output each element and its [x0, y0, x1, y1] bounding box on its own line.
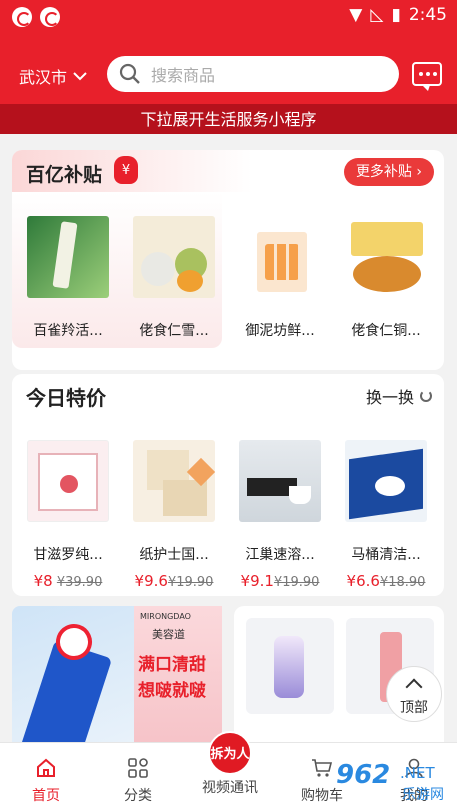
product-image	[27, 216, 109, 298]
tab-video-call[interactable]: 拆为人 视频通讯	[184, 731, 276, 812]
system-icons: ▼ ◺ ▮ 2:45	[349, 5, 447, 25]
notification-icons	[12, 7, 60, 27]
header: 武汉市 搜索商品	[0, 34, 457, 104]
body-wash-bottle	[274, 636, 304, 698]
toothpaste-promo-banner[interactable]	[12, 606, 134, 746]
original-price: ¥19.90	[167, 575, 214, 590]
battery-icon: ▮	[391, 5, 401, 25]
original-price: ¥39.90	[56, 575, 103, 590]
subsidy-product[interactable]: 佬食仁铜...	[336, 216, 436, 340]
subsidy-title: 百亿补贴	[26, 164, 103, 186]
product-image	[345, 216, 427, 298]
watermark-domain: .NET	[400, 764, 435, 782]
product-name: 御泥坊鲜...	[245, 323, 315, 339]
search-placeholder: 搜索商品	[151, 66, 216, 85]
promo-subheadline: 想啵就啵	[138, 681, 206, 701]
subsidy-product[interactable]: 御泥坊鲜...	[230, 216, 330, 340]
deal-product[interactable]: 江巢速溶... ¥9.1¥19.90	[230, 440, 330, 590]
tab-home[interactable]: 首页	[0, 743, 92, 812]
price-row: ¥8 ¥39.90	[18, 572, 118, 590]
watermark-logo: 962	[336, 760, 391, 790]
message-button[interactable]	[412, 62, 442, 91]
product-image	[239, 440, 321, 522]
product-image	[133, 216, 215, 298]
subsidy-section: 百亿补贴 ¥ 更多补贴 › 百雀羚活... 佬食仁雪... 御泥坊鲜... 佬食…	[12, 150, 444, 370]
product-image[interactable]	[246, 618, 334, 714]
chevron-down-icon	[73, 72, 87, 81]
product-name: 百雀羚活...	[33, 323, 103, 339]
search-input[interactable]: 搜索商品	[107, 56, 399, 92]
message-icon	[419, 72, 437, 76]
subsidy-product[interactable]: 佬食仁雪...	[124, 216, 224, 340]
tab-category[interactable]: 分类	[92, 743, 184, 812]
product-image	[133, 440, 216, 522]
more-subsidy-label: 更多补贴	[355, 164, 412, 180]
back-to-top-label: 顶部	[400, 700, 428, 716]
refresh-icon	[420, 390, 432, 402]
city-selector[interactable]: 武汉市	[19, 64, 87, 88]
wifi-icon: ▼	[349, 5, 363, 25]
brand-logo: MIRONGDAO	[140, 612, 191, 621]
money-bag-icon: ¥	[114, 156, 138, 184]
app-notification-icon	[12, 7, 32, 27]
price: ¥8	[33, 572, 53, 590]
price-row: ¥9.6¥19.90	[124, 572, 224, 590]
watermark: 962 .NET 乐游网	[336, 760, 446, 806]
original-price: ¥18.90	[379, 575, 426, 590]
product-name: 纸护士国...	[139, 547, 209, 563]
cart-icon	[312, 759, 333, 777]
subsidy-product[interactable]: 百雀羚活...	[18, 216, 118, 340]
arrow-up-icon	[405, 678, 423, 696]
brand-name: 美容道	[152, 628, 185, 641]
price-row: ¥9.1¥19.90	[230, 572, 330, 590]
refresh-label: 换一换	[365, 388, 414, 407]
original-price: ¥19.90	[273, 575, 320, 590]
product-name: 佬食仁铜...	[351, 323, 421, 339]
category-grid-icon	[128, 758, 148, 778]
watermark-text: 乐游网	[402, 787, 444, 803]
more-subsidy-button[interactable]: 更多补贴 ›	[343, 158, 434, 186]
price: ¥9.1	[240, 572, 274, 590]
promo-headline: 满口清甜	[138, 655, 206, 675]
tab-label: 分类	[124, 788, 152, 804]
tab-label: 首页	[32, 788, 60, 804]
tab-label: 视频通讯	[202, 780, 258, 796]
home-icon	[37, 758, 55, 777]
app-notification-icon	[40, 7, 60, 27]
clock: 2:45	[408, 5, 447, 25]
deal-product[interactable]: 马桶清洁... ¥6.6¥18.90	[336, 440, 436, 590]
product-image	[345, 440, 427, 522]
signal-off-icon: ◺	[370, 5, 384, 25]
product-name: 甘滋罗纯...	[33, 547, 103, 563]
price-row: ¥6.6¥18.90	[336, 572, 436, 590]
daily-deals-section: 今日特价 换一换 甘滋罗纯... ¥8 ¥39.90 纸护士国... ¥9.6¥…	[12, 374, 444, 596]
video-call-logo: 拆为人	[208, 731, 252, 775]
product-name: 马桶清洁...	[351, 547, 421, 563]
price: ¥9.6	[134, 572, 168, 590]
city-label: 武汉市	[19, 68, 68, 87]
product-image	[27, 440, 109, 522]
product-name: 江巢速溶...	[245, 547, 315, 563]
product-name: 佬食仁雪...	[139, 323, 209, 339]
daily-deals-title: 今日特价	[26, 386, 106, 410]
back-to-top-button[interactable]: 顶部	[386, 666, 442, 722]
mini-program-banner[interactable]: 下拉展开生活服务小程序	[0, 104, 457, 134]
deal-product[interactable]: 甘滋罗纯... ¥8 ¥39.90	[18, 440, 118, 590]
deal-product[interactable]: 纸护士国... ¥9.6¥19.90	[124, 440, 224, 590]
status-bar: ▼ ◺ ▮ 2:45	[0, 0, 457, 34]
product-image	[239, 216, 321, 298]
mouthcare-promo-banner[interactable]: MIRONGDAO 美容道 满口清甜 想啵就啵	[134, 606, 222, 746]
price: ¥6.6	[346, 572, 380, 590]
refresh-button[interactable]: 换一换	[366, 384, 432, 408]
search-icon	[119, 63, 140, 84]
